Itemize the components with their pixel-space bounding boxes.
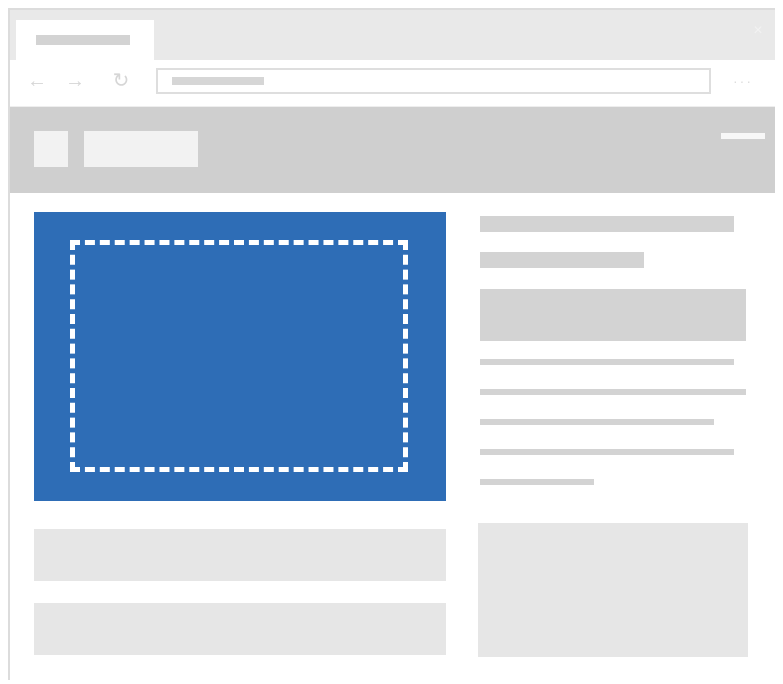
menu-icon[interactable] <box>721 133 765 139</box>
content-block-1 <box>34 529 446 581</box>
text-line <box>480 419 714 425</box>
text-line <box>480 359 734 365</box>
close-icon[interactable]: × <box>751 23 765 39</box>
sidebar-button-placeholder[interactable] <box>480 289 746 341</box>
refresh-icon[interactable]: ↻ <box>110 70 132 92</box>
tab-strip: × <box>10 10 775 60</box>
text-line <box>480 389 746 395</box>
browser-window: × ← → ↻ ··· <box>8 8 775 680</box>
back-arrow-icon[interactable]: ← <box>26 70 48 92</box>
content-block-2 <box>34 603 446 655</box>
text-line <box>480 479 594 485</box>
tab-title-placeholder <box>36 35 130 45</box>
forward-arrow-icon[interactable]: → <box>64 70 86 92</box>
site-header <box>10 107 775 193</box>
address-bar[interactable] <box>156 68 711 94</box>
more-options-icon[interactable]: ··· <box>733 70 763 92</box>
dashed-selection-region <box>70 240 408 472</box>
site-title-placeholder[interactable] <box>84 131 198 167</box>
sidebar-heading-placeholder <box>480 216 734 232</box>
text-line <box>480 449 734 455</box>
page-content <box>10 193 775 680</box>
sidebar-subheading-placeholder <box>480 252 644 268</box>
hero-image-area <box>34 212 446 501</box>
browser-tab[interactable] <box>16 20 154 60</box>
url-placeholder <box>172 77 264 85</box>
sidebar-card-placeholder <box>478 523 748 657</box>
logo-placeholder[interactable] <box>34 131 68 167</box>
navigation-bar: ← → ↻ ··· <box>10 60 775 107</box>
